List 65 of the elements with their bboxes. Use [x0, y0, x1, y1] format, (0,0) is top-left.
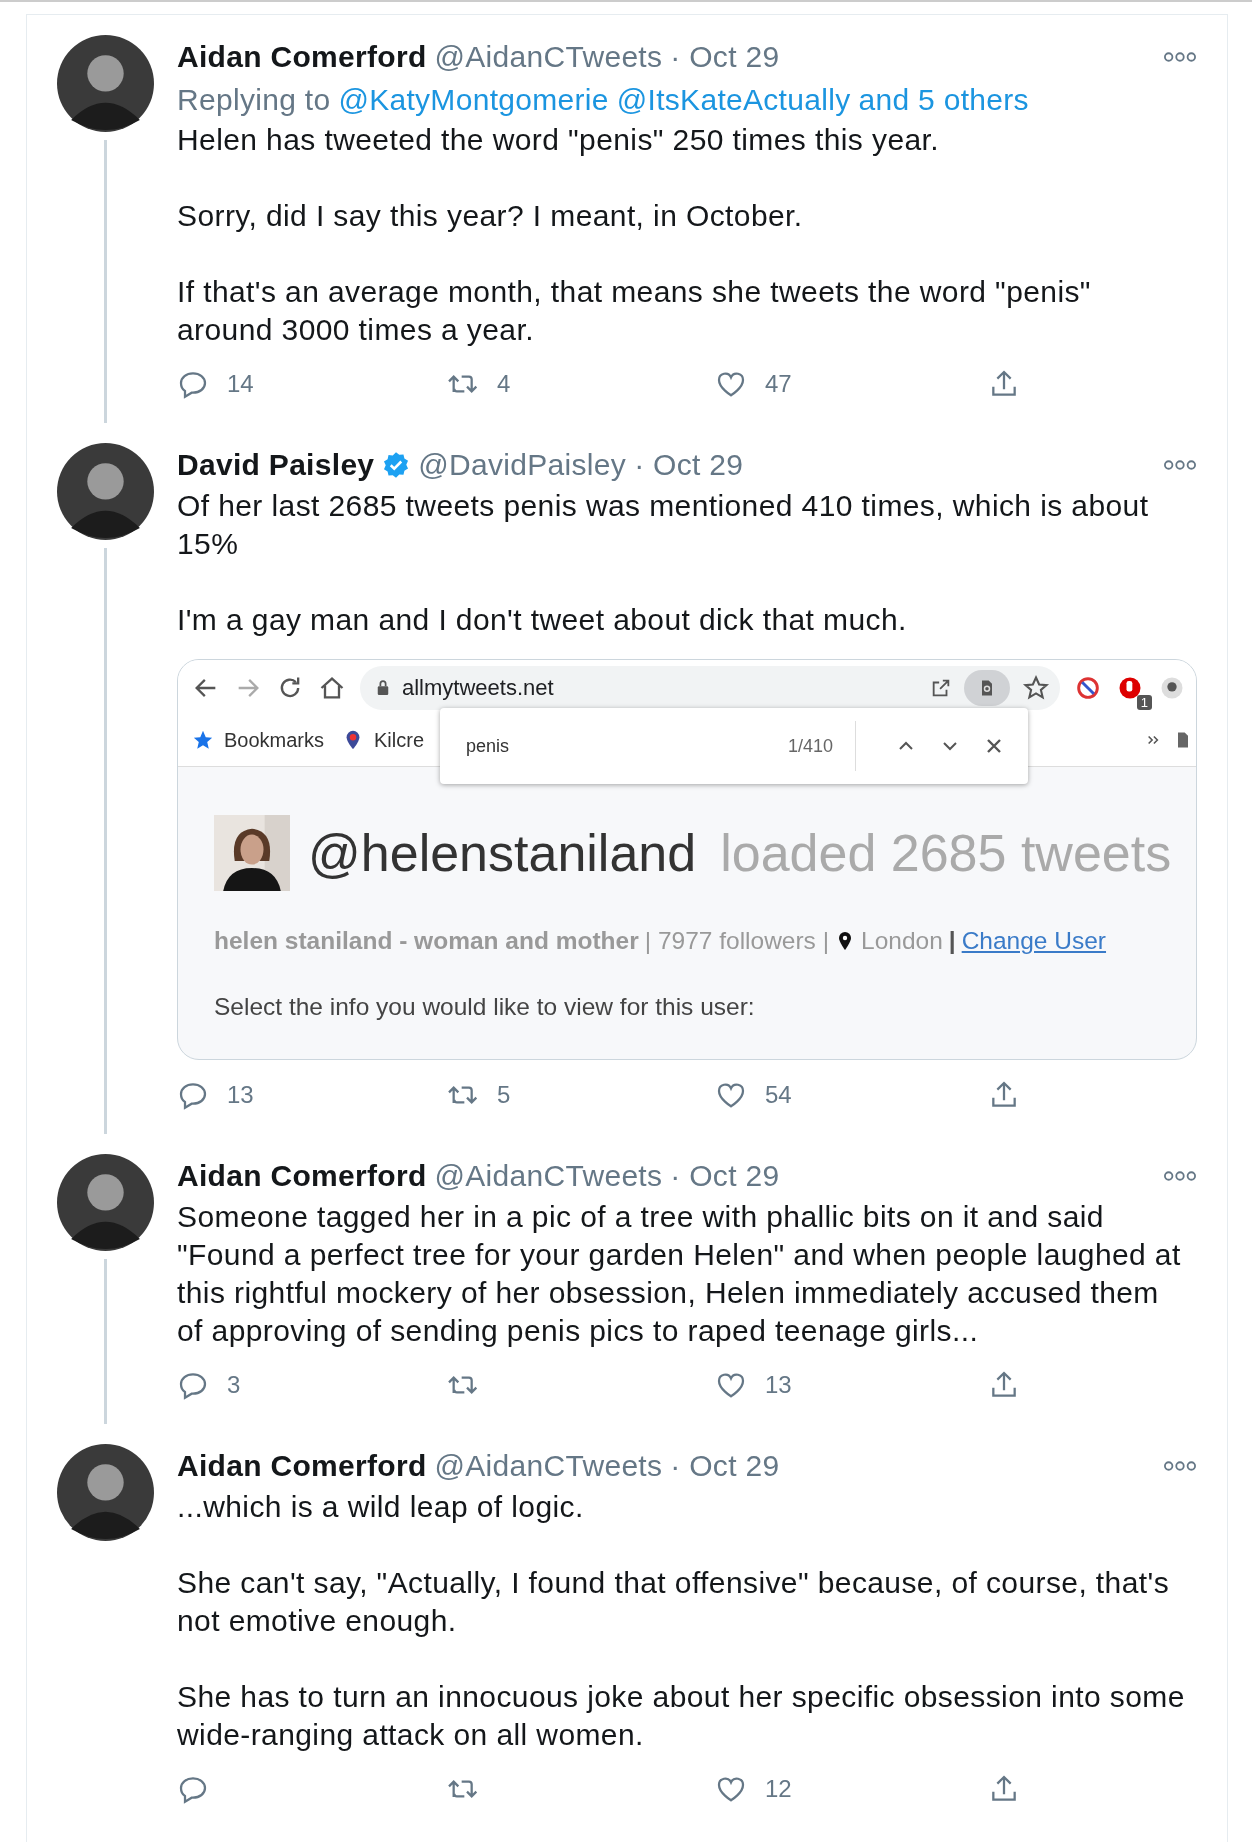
retweet-count: 5 [497, 1081, 511, 1109]
author-handle[interactable]: @AidanCTweets [434, 1159, 663, 1193]
author-name[interactable]: Aidan Comerford [177, 1159, 427, 1193]
retweet-count: 4 [497, 370, 511, 398]
find-in-page-icon[interactable] [964, 670, 1010, 706]
tweet-date[interactable]: · Oct 29 [670, 40, 780, 74]
tweet-text: She can't say, "Actually, I found that offensive" because, of course, that's not emotive enough. [177, 1565, 1171, 1639]
tweet-text: ...which is a wild leap of logic. [177, 1489, 585, 1525]
tweet-text: Someone tagged her in a pic of a tree with phallic bits on it and said "Found a perfect tree for your garden Helen" and when people laughed at this rightful mockery of her obsession, Helen immediately accused them of approving of sending penis pics to raped teenage girls... [177, 1199, 1182, 1349]
like-count: 47 [765, 370, 792, 398]
tweet-text: She has to turn an innocuous joke about her specific obsession into some wide-ranging attack on all women. [177, 1679, 1186, 1753]
avatar[interactable] [57, 1154, 154, 1251]
bookmark-item[interactable]: Bookmarks [192, 728, 325, 752]
star-icon[interactable] [1022, 674, 1050, 702]
open-external-icon[interactable] [930, 677, 952, 699]
avatar[interactable] [57, 1444, 154, 1541]
more-icon[interactable] [1163, 1459, 1197, 1473]
mention-link[interactable]: @ItsKateActually [616, 79, 851, 121]
lock-icon [376, 679, 390, 697]
author-handle[interactable]: @DavidPaisley [418, 448, 627, 482]
more-bookmarks-icon[interactable] [1146, 733, 1160, 747]
more-icon[interactable] [1163, 1169, 1197, 1183]
author-handle[interactable]: @AidanCTweets [434, 40, 663, 74]
extension-badge: 1 [1136, 695, 1152, 710]
reply-count: 13 [227, 1081, 254, 1109]
tweet-text: Of her last 2685 tweets penis was mentioned 410 times, which is about 15% [177, 488, 1150, 562]
tweet-text: Helen has tweeted the word "penis" 250 times this year. [177, 122, 941, 158]
replying-label: Replying to [177, 82, 331, 118]
reply-count: 14 [227, 370, 254, 398]
like-count: 54 [765, 1081, 792, 1109]
more-icon[interactable] [1163, 458, 1197, 472]
folder-icon[interactable] [1178, 732, 1188, 748]
profile-bio: helen staniland - woman and mother [214, 927, 639, 955]
profile-handle: @helenstaniland [308, 823, 697, 883]
change-user-link[interactable]: Change User [961, 927, 1107, 955]
author-name[interactable]: David Paisley [177, 448, 375, 482]
tweet-date[interactable]: · Oct 29 [670, 1159, 780, 1193]
prompt-text: Select the info you would like to view for this user: [214, 993, 756, 1021]
location-text: London [861, 927, 943, 955]
tweet-text: I'm a gay man and I don't tweet about dick that much. [177, 602, 908, 638]
match-count: 1/410 [787, 735, 833, 757]
like-count: 13 [765, 1371, 792, 1399]
loaded-count: loaded 2685 tweets [720, 823, 1172, 883]
reply-count: 3 [227, 1371, 241, 1399]
mention-link[interactable]: and 5 others [858, 79, 1029, 121]
follower-count: | 7977 followers | [644, 927, 830, 955]
mention-link[interactable]: @KatyMontgomerie [338, 79, 609, 121]
block-icon[interactable] [1074, 674, 1102, 702]
tweet-date[interactable]: · Oct 29 [634, 448, 744, 482]
tweet-date[interactable]: · Oct 29 [670, 1449, 780, 1483]
find-query[interactable]: penis [466, 735, 788, 757]
avatar[interactable] [57, 35, 154, 132]
tweet-text: If that's an average month, that means she tweets the word "penis" around 3000 times a year. [177, 274, 1092, 348]
author-handle[interactable]: @AidanCTweets [434, 1449, 663, 1483]
tweet-text: Sorry, did I say this year? I meant, in October. [177, 198, 804, 234]
location-pin-icon [839, 932, 852, 950]
author-name[interactable]: Aidan Comerford [177, 40, 427, 74]
avatar[interactable] [57, 443, 154, 540]
bookmark-item[interactable]: Kilcre [342, 728, 425, 752]
star-icon [192, 729, 214, 751]
address-bar[interactable]: allmytweets.net [360, 666, 1060, 710]
like-count: 12 [765, 1775, 792, 1803]
author-name[interactable]: Aidan Comerford [177, 1449, 427, 1483]
separator: | [948, 927, 956, 955]
more-icon[interactable] [1163, 50, 1197, 64]
